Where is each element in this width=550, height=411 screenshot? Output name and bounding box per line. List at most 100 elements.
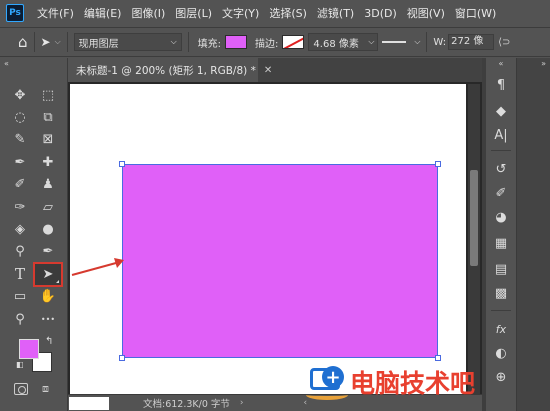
object-select-tool[interactable]: ⧉ (34, 106, 62, 128)
menu-edit[interactable]: 编辑(E) (79, 5, 127, 21)
type-icon: T (14, 265, 25, 284)
tools-grid: ✥ ⬚ ◌ ⧉ ✎ ⊠ ✒ ✚ ✐ ♟ ✑ ▱ ◈ ● ⚲ ✒ T ➤ ▭ ✋ ⚲ ••• (6, 84, 63, 330)
eraser-tool[interactable]: ▱ (34, 196, 62, 218)
menu-window[interactable]: 窗口(W) (450, 5, 501, 21)
brush-settings-panel[interactable]: ✐ (486, 186, 516, 201)
zoom-icon: ⚲ (15, 311, 25, 327)
hand-tool[interactable]: ✋ (34, 286, 62, 308)
dodge-tool[interactable]: ⚲ (6, 241, 34, 263)
stroke-color-swatch[interactable] (282, 35, 305, 49)
watermark: + 电脑技术吧 (306, 362, 550, 402)
menu-view[interactable]: 视图(V) (402, 5, 450, 21)
menu-select[interactable]: 选择(S) (264, 5, 312, 21)
stamp-tool[interactable]: ♟ (34, 174, 62, 196)
stroke-style-dropdown[interactable]: ⌵ (382, 33, 420, 51)
arrow-cursor-icon[interactable]: ➤ (41, 35, 51, 49)
document-tab-title: 未标题-1 @ 200% (矩形 1, RGB/8) * (76, 64, 256, 77)
history-panel[interactable]: ↺ (486, 162, 516, 177)
color-panel[interactable]: ◕ (486, 210, 516, 225)
fill-color-swatch[interactable] (225, 35, 248, 49)
quick-mask-icon[interactable] (14, 383, 28, 395)
brush-tool[interactable]: ✐ (6, 174, 34, 196)
gradient-icon: ▤ (494, 262, 508, 277)
document-info: 文档:612.3K/0 字节 (143, 399, 230, 410)
menu-3d[interactable]: 3D(D) (359, 7, 402, 20)
close-icon[interactable]: ✕ (264, 65, 272, 76)
screen-mode-icon[interactable]: ⧈ (42, 382, 49, 396)
transform-handle-top-right[interactable] (435, 161, 441, 167)
arrow-cursor-icon: ➤ (42, 266, 54, 282)
line-style-icon (382, 41, 407, 43)
expand-icon[interactable]: » (517, 58, 550, 70)
more-tools[interactable]: ••• (34, 308, 62, 330)
stroke-width-value: 4.68 像素 (313, 38, 359, 50)
link-icon[interactable]: ⟨⊃ (498, 37, 510, 48)
document-tab[interactable]: 未标题-1 @ 200% (矩形 1, RGB/8) * ✕ (68, 58, 272, 82)
tool-preset-chevron-icon[interactable]: ⌵ (55, 37, 61, 47)
rectangle-tool[interactable]: ▭ (6, 286, 34, 308)
adjustments-panel[interactable]: ◐ (486, 346, 516, 361)
transform-handle-top-left[interactable] (119, 161, 125, 167)
swatches-panel[interactable]: ▦ (486, 236, 516, 251)
zoom-field[interactable] (69, 396, 109, 410)
eyedropper-tool[interactable]: ✒ (6, 151, 34, 173)
menu-type[interactable]: 文字(Y) (217, 5, 264, 21)
canvas[interactable] (70, 84, 466, 394)
vertical-scrollbar[interactable] (468, 84, 480, 394)
layer-mode-value: 现用图层 (78, 38, 119, 50)
menu-bar: Ps 文件(F) 编辑(E) 图像(I) 图层(L) 文字(Y) 选择(S) 滤… (0, 0, 550, 26)
collapse-icon[interactable]: « (0, 58, 67, 70)
type-tool[interactable]: T (6, 263, 34, 285)
swap-colors-icon[interactable]: ↰ (45, 336, 53, 347)
chevron-right-icon[interactable]: › (240, 398, 244, 408)
document-window (68, 82, 482, 394)
path-select-tool[interactable]: ➤ (33, 262, 63, 287)
palette-icon: ◕ (495, 210, 507, 225)
home-icon[interactable]: ⌂ (18, 33, 28, 51)
history-brush-tool[interactable]: ✑ (6, 196, 34, 218)
transform-handle-bottom-left[interactable] (119, 355, 125, 361)
pen-tool[interactable]: ✒ (34, 241, 62, 263)
default-colors-icon[interactable]: ◧ (16, 360, 24, 369)
quick-select-tool[interactable]: ✎ (6, 129, 34, 151)
width-label: W: (433, 36, 447, 48)
blur-tool[interactable]: ● (34, 218, 62, 240)
character-panel[interactable]: A| (486, 128, 516, 143)
menu-file[interactable]: 文件(F) (32, 5, 79, 21)
quick-select-icon: ✎ (14, 132, 26, 148)
zoom-tool[interactable]: ⚲ (6, 308, 34, 330)
chevron-down-icon: ⌵ (170, 37, 177, 46)
lasso-icon: ◌ (14, 110, 26, 126)
move-icon: ✥ (14, 87, 26, 103)
menu-layer[interactable]: 图层(L) (170, 5, 217, 21)
rectangle-shape[interactable] (122, 164, 438, 358)
marquee-icon: ⬚ (41, 87, 55, 103)
paint-bucket-tool[interactable]: ◈ (6, 218, 34, 240)
patterns-panel[interactable]: ▩ (486, 286, 516, 301)
styles-panel[interactable]: fx (486, 322, 516, 337)
marquee-tool[interactable]: ⬚ (34, 84, 62, 106)
transform-handle-bottom-right[interactable] (435, 355, 441, 361)
foreground-color-swatch[interactable] (19, 339, 39, 359)
watermark-logo: + (306, 362, 350, 402)
photoshop-logo: Ps (6, 4, 24, 22)
lasso-tool[interactable]: ◌ (6, 106, 34, 128)
pen-icon: ✒ (42, 244, 54, 260)
scrollbar-thumb[interactable] (470, 170, 478, 266)
stroke-width-field[interactable]: 4.68 像素 ⌵ (308, 33, 379, 51)
menu-image[interactable]: 图像(I) (126, 5, 170, 21)
menu-filter[interactable]: 滤镜(T) (312, 5, 359, 21)
hand-icon: ✋ (39, 289, 57, 305)
gradient-panel[interactable]: ▤ (486, 262, 516, 277)
swoosh-icon (306, 390, 348, 400)
fill-label: 填充: (197, 38, 222, 50)
paragraph-panel[interactable]: ¶ (486, 78, 516, 93)
collapse-icon[interactable]: « (486, 58, 516, 70)
options-bar: ⌂ ➤ ⌵ 现用图层 ⌵ 填充: 描边: 4.68 像素 ⌵ ⌵ W: 272 … (0, 27, 550, 57)
move-tool[interactable]: ✥ (6, 84, 34, 106)
width-input[interactable]: 272 像 (448, 34, 495, 50)
layers-panel[interactable]: ◆ (486, 104, 516, 119)
layer-mode-dropdown[interactable]: 现用图层 ⌵ (73, 33, 182, 51)
healing-brush-tool[interactable]: ✚ (34, 151, 62, 173)
frame-tool[interactable]: ⊠ (34, 129, 62, 151)
